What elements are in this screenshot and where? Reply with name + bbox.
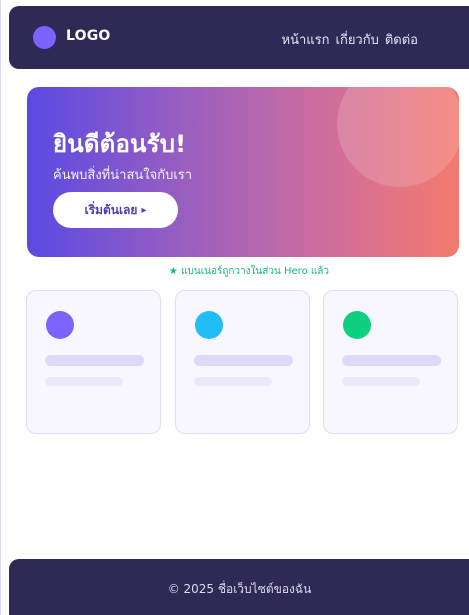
logo-text[interactable]: LOGO xyxy=(66,28,111,44)
copyright-text: © 2025 ชื่อเว็บไซต์ของฉัน xyxy=(167,582,312,596)
play-arrow-icon: ▸ xyxy=(141,204,147,216)
feature-card[interactable] xyxy=(175,290,310,434)
nav-link-about[interactable]: เกี่ยวกับ xyxy=(336,29,379,50)
card-text-placeholder xyxy=(194,377,272,386)
get-started-label: เริ่มต้นเลย xyxy=(84,202,138,217)
hero-banner: ยินดีต้อนรับ! ค้นพบสิ่งที่น่าสนใจกับเรา … xyxy=(27,87,459,257)
main-nav: หน้าแรก เกี่ยวกับ ติดต่อ xyxy=(282,29,419,50)
site-header: LOGO หน้าแรก เกี่ยวกับ ติดต่อ xyxy=(9,6,469,69)
feature-card[interactable] xyxy=(26,290,161,434)
decorative-circle xyxy=(337,87,459,187)
card-title-placeholder xyxy=(194,355,293,366)
card-title-placeholder xyxy=(342,355,441,366)
nav-link-home[interactable]: หน้าแรก xyxy=(282,29,330,50)
card-circle-icon xyxy=(195,311,223,339)
page-frame: LOGO หน้าแรก เกี่ยวกับ ติดต่อ ยินดีต้อนร… xyxy=(0,0,469,615)
card-circle-icon xyxy=(46,311,74,339)
hero-subtitle: ค้นพบสิ่งที่น่าสนใจกับเรา xyxy=(53,168,193,183)
hero-title: ยินดีต้อนรับ! xyxy=(53,130,187,158)
get-started-button[interactable]: เริ่มต้นเลย ▸ xyxy=(53,192,178,228)
hero-placement-notice: ★ แบนเนอร์ถูกวางในส่วน Hero แล้ว xyxy=(168,266,330,277)
card-text-placeholder xyxy=(342,377,420,386)
nav-link-contact[interactable]: ติดต่อ xyxy=(385,29,418,50)
card-circle-icon xyxy=(343,311,371,339)
card-text-placeholder xyxy=(45,377,123,386)
site-footer: © 2025 ชื่อเว็บไซต์ของฉัน xyxy=(9,559,469,615)
card-title-placeholder xyxy=(45,355,144,366)
feature-card[interactable] xyxy=(323,290,458,434)
logo-icon[interactable] xyxy=(33,26,56,49)
